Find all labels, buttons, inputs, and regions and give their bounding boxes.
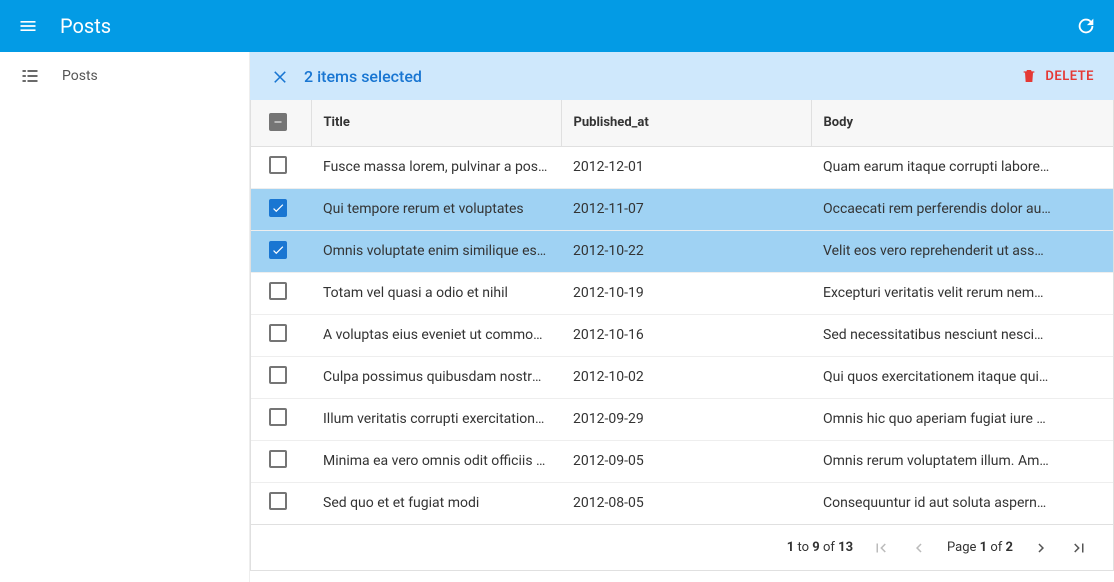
table-row[interactable]: Culpa possimus quibusdam nostru…2012-10-… [251,356,1113,398]
cell-published-at: 2012-10-16 [561,314,811,356]
cell-published-at: 2012-10-19 [561,272,811,314]
table-row[interactable]: Illum veritatis corrupti exercitation…20… [251,398,1113,440]
cell-title: Culpa possimus quibusdam nostru… [311,356,561,398]
row-checkbox-cell [251,440,311,482]
row-checkbox-cell [251,482,311,524]
cell-published-at: 2012-08-05 [561,482,811,524]
row-checkbox[interactable] [269,366,287,384]
first-page-icon [872,539,890,557]
table-row[interactable]: A voluptas eius eveniet ut commod…2012-1… [251,314,1113,356]
cell-title: Sed quo et et fugiat modi [311,482,561,524]
cell-published-at: 2012-09-05 [561,440,811,482]
cell-body: Excepturi veritatis velit rerum nem… [811,272,1113,314]
page-indicator: Page 1 of 2 [947,540,1013,555]
refresh-icon [1075,15,1097,37]
cell-body: Sed necessitatibus nesciunt nesci… [811,314,1113,356]
pagination-bar: 1 to 9 of 13 Page 1 of 2 [250,525,1114,571]
table-row[interactable]: Minima ea vero omnis odit officiis …2012… [251,440,1113,482]
cell-body: Omnis rerum voluptatem illum. Am… [811,440,1113,482]
pagination-range: 1 to 9 of 13 [787,540,853,555]
selection-count-label: 2 items selected [304,67,1021,86]
hamburger-icon [18,16,38,36]
column-header-title[interactable]: Title [311,100,561,146]
chevron-right-icon [1032,539,1050,557]
row-checkbox-cell [251,272,311,314]
cell-title: Totam vel quasi a odio et nihil [311,272,561,314]
cell-published-at: 2012-10-22 [561,230,811,272]
row-checkbox[interactable] [269,324,287,342]
list-icon [20,66,40,86]
table-row[interactable]: Fusce massa lorem, pulvinar a pos…2012-1… [251,146,1113,188]
delete-button[interactable]: DELETE [1021,68,1094,84]
row-checkbox[interactable] [269,492,287,510]
select-all-checkbox[interactable] [269,113,287,131]
cell-published-at: 2012-10-02 [561,356,811,398]
row-checkbox-cell [251,230,311,272]
chevron-left-icon [910,539,928,557]
cell-body: Qui quos exercitationem itaque qui… [811,356,1113,398]
table-row[interactable]: Sed quo et et fugiat modi2012-08-05Conse… [251,482,1113,524]
first-page-button[interactable] [871,538,891,558]
prev-page-button[interactable] [909,538,929,558]
sidebar-item-posts[interactable]: Posts [0,52,249,100]
column-header-body[interactable]: Body [811,100,1113,146]
cell-title: Illum veritatis corrupti exercitation… [311,398,561,440]
row-checkbox-cell [251,188,311,230]
cell-body: Quam earum itaque corrupti labore… [811,146,1113,188]
row-checkbox[interactable] [269,199,287,217]
cell-body: Occaecati rem perferendis dolor au… [811,188,1113,230]
sidebar-item-label: Posts [62,68,98,84]
column-header-published-at[interactable]: Published_at [561,100,811,146]
select-all-header [251,100,311,146]
data-table: Title Published_at Body Fusce massa lore… [250,100,1114,525]
row-checkbox[interactable] [269,156,287,174]
row-checkbox[interactable] [269,282,287,300]
row-checkbox[interactable] [269,241,287,259]
table-header-row: Title Published_at Body [251,100,1113,146]
cell-title: Omnis voluptate enim similique est… [311,230,561,272]
last-page-button[interactable] [1069,538,1089,558]
row-checkbox-cell [251,146,311,188]
next-page-button[interactable] [1031,538,1051,558]
sidebar: Posts [0,52,250,582]
row-checkbox-cell [251,398,311,440]
cell-body: Omnis hic quo aperiam fugiat iure … [811,398,1113,440]
delete-button-label: DELETE [1045,69,1094,84]
selection-banner: 2 items selected DELETE [250,52,1114,100]
cell-title: A voluptas eius eveniet ut commod… [311,314,561,356]
cell-title: Qui tempore rerum et voluptates [311,188,561,230]
table-row[interactable]: Qui tempore rerum et voluptates2012-11-0… [251,188,1113,230]
cell-published-at: 2012-12-01 [561,146,811,188]
cell-body: Consequuntur id aut soluta aspern… [811,482,1113,524]
refresh-button[interactable] [1074,14,1098,38]
row-checkbox-cell [251,314,311,356]
table-row[interactable]: Totam vel quasi a odio et nihil2012-10-1… [251,272,1113,314]
appbar: Posts [0,0,1114,52]
cell-title: Minima ea vero omnis odit officiis … [311,440,561,482]
row-checkbox-cell [251,356,311,398]
main-content: 2 items selected DELETE [250,52,1114,582]
row-checkbox[interactable] [269,408,287,426]
trash-icon [1021,68,1037,84]
last-page-icon [1070,539,1088,557]
table-row[interactable]: Omnis voluptate enim similique est…2012-… [251,230,1113,272]
cell-title: Fusce massa lorem, pulvinar a pos… [311,146,561,188]
cell-published-at: 2012-11-07 [561,188,811,230]
close-icon [271,67,289,85]
clear-selection-button[interactable] [266,62,294,90]
cell-published-at: 2012-09-29 [561,398,811,440]
cell-body: Velit eos vero reprehenderit ut ass… [811,230,1113,272]
page-title: Posts [60,14,1074,38]
row-checkbox[interactable] [269,450,287,468]
menu-button[interactable] [16,14,40,38]
